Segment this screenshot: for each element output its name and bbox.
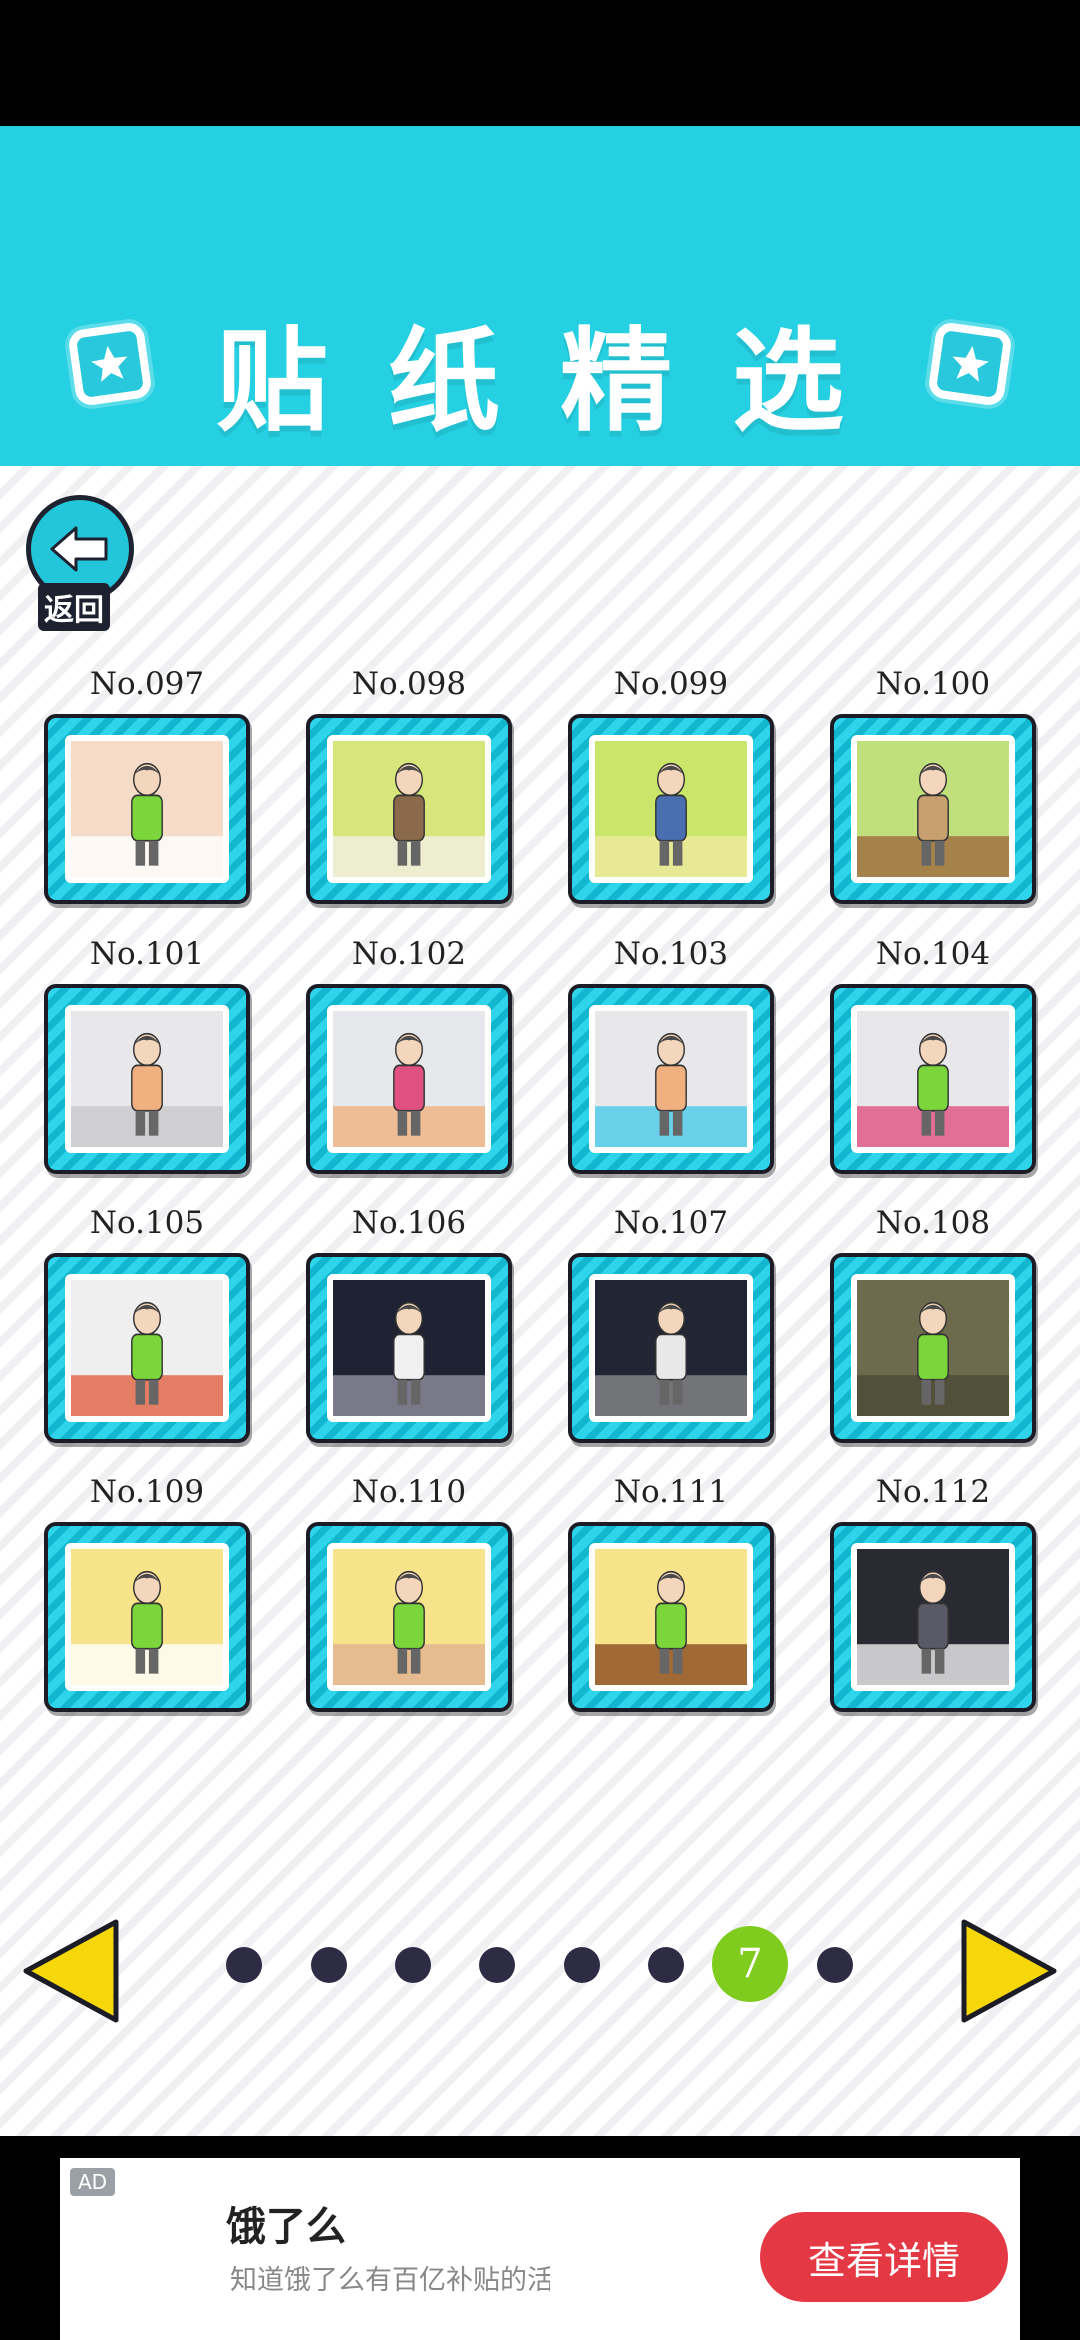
sticker-thumbnail bbox=[327, 735, 491, 883]
ad-card[interactable]: AD 饿了么 知道饿了么有百亿补贴的活动吗？瞧瞧 查看详情 bbox=[60, 2158, 1020, 2340]
ad-cta-button[interactable]: 查看详情 bbox=[760, 2212, 1008, 2302]
sticker-thumbnail bbox=[851, 1543, 1015, 1691]
sticker-number: No.110 bbox=[351, 1474, 467, 1510]
page-dot[interactable] bbox=[648, 1947, 684, 1983]
page-title: 贴纸精选 bbox=[216, 317, 904, 447]
sticker-number: No.097 bbox=[89, 666, 205, 702]
ad-title: 饿了么 bbox=[226, 2204, 346, 2250]
sticker-item[interactable]: No.101 bbox=[42, 936, 252, 1174]
sticker-item[interactable]: No.097 bbox=[42, 666, 252, 904]
sticker-thumbnail bbox=[589, 1543, 753, 1691]
sticker-frame[interactable] bbox=[568, 984, 774, 1174]
sticker-frame[interactable] bbox=[568, 714, 774, 904]
page-dot[interactable] bbox=[479, 1947, 515, 1983]
sticker-item[interactable]: No.108 bbox=[828, 1205, 1038, 1443]
sticker-item[interactable]: No.103 bbox=[566, 936, 776, 1174]
sticker-frame[interactable] bbox=[568, 1253, 774, 1443]
sticker-number: No.109 bbox=[89, 1474, 205, 1510]
sticker-thumbnail bbox=[589, 735, 753, 883]
ad-badge: AD bbox=[70, 2168, 116, 2196]
sticker-frame[interactable] bbox=[44, 714, 250, 904]
sticker-item[interactable]: No.100 bbox=[828, 666, 1038, 904]
sticker-number: No.108 bbox=[875, 1205, 991, 1241]
sticker-frame[interactable] bbox=[830, 714, 1036, 904]
sticker-thumbnail bbox=[327, 1005, 491, 1153]
sticker-number: No.099 bbox=[613, 666, 729, 702]
pager: 7 bbox=[0, 1900, 1080, 2030]
sticker-number: No.112 bbox=[875, 1474, 991, 1510]
sticker-frame[interactable] bbox=[44, 1522, 250, 1712]
back-label: 返回 bbox=[38, 583, 110, 631]
sticker-thumbnail bbox=[65, 735, 229, 883]
sticker-thumbnail bbox=[327, 1543, 491, 1691]
page-dot[interactable] bbox=[564, 1947, 600, 1983]
sticker-number: No.106 bbox=[351, 1205, 467, 1241]
sticker-item[interactable]: No.105 bbox=[42, 1205, 252, 1443]
star-card-icon bbox=[927, 321, 1013, 407]
sticker-item[interactable]: No.112 bbox=[828, 1474, 1038, 1712]
sticker-number: No.098 bbox=[351, 666, 467, 702]
sticker-frame[interactable] bbox=[306, 984, 512, 1174]
page-dot-active[interactable]: 7 bbox=[712, 1926, 788, 2002]
sticker-frame[interactable] bbox=[568, 1522, 774, 1712]
back-button[interactable]: 返回 bbox=[26, 495, 136, 631]
sticker-thumbnail bbox=[65, 1543, 229, 1691]
page-dot[interactable] bbox=[395, 1947, 431, 1983]
sticker-frame[interactable] bbox=[830, 984, 1036, 1174]
page-dot[interactable] bbox=[817, 1947, 853, 1983]
sticker-thumbnail bbox=[65, 1274, 229, 1422]
sticker-number: No.102 bbox=[351, 936, 467, 972]
sticker-thumbnail bbox=[851, 1274, 1015, 1422]
right-arrow-icon[interactable] bbox=[960, 1916, 1060, 2026]
sticker-number: No.105 bbox=[89, 1205, 205, 1241]
sticker-frame[interactable] bbox=[306, 1253, 512, 1443]
sticker-number: No.100 bbox=[875, 666, 991, 702]
sticker-item[interactable]: No.102 bbox=[304, 936, 514, 1174]
sticker-item[interactable]: No.107 bbox=[566, 1205, 776, 1443]
sticker-thumbnail bbox=[589, 1274, 753, 1422]
sticker-thumbnail bbox=[851, 1005, 1015, 1153]
sticker-item[interactable]: No.106 bbox=[304, 1205, 514, 1443]
sticker-item[interactable]: No.111 bbox=[566, 1474, 776, 1712]
sticker-item[interactable]: No.109 bbox=[42, 1474, 252, 1712]
sticker-number: No.107 bbox=[613, 1205, 729, 1241]
header: 贴纸精选 bbox=[0, 126, 1080, 466]
sticker-item[interactable]: No.110 bbox=[304, 1474, 514, 1712]
left-arrow-icon[interactable] bbox=[20, 1916, 120, 2026]
sticker-frame[interactable] bbox=[830, 1253, 1036, 1443]
sticker-thumbnail bbox=[327, 1274, 491, 1422]
sticker-item[interactable]: No.099 bbox=[566, 666, 776, 904]
sticker-number: No.104 bbox=[875, 936, 991, 972]
sticker-number: No.103 bbox=[613, 936, 729, 972]
sticker-number: No.111 bbox=[613, 1474, 729, 1510]
status-bar bbox=[0, 0, 1080, 126]
page-dot[interactable] bbox=[226, 1947, 262, 1983]
page-dot[interactable] bbox=[311, 1947, 347, 1983]
sticker-frame[interactable] bbox=[306, 1522, 512, 1712]
sticker-thumbnail bbox=[851, 735, 1015, 883]
sticker-number: No.101 bbox=[89, 936, 205, 972]
sticker-frame[interactable] bbox=[44, 1253, 250, 1443]
sticker-frame[interactable] bbox=[830, 1522, 1036, 1712]
sticker-item[interactable]: No.104 bbox=[828, 936, 1038, 1174]
sticker-frame[interactable] bbox=[44, 984, 250, 1174]
sticker-item[interactable]: No.098 bbox=[304, 666, 514, 904]
sticker-frame[interactable] bbox=[306, 714, 512, 904]
ad-banner: AD 饿了么 知道饿了么有百亿补贴的活动吗？瞧瞧 查看详情 bbox=[0, 2136, 1080, 2340]
sticker-thumbnail bbox=[589, 1005, 753, 1153]
sticker-thumbnail bbox=[65, 1005, 229, 1153]
ad-description: 知道饿了么有百亿补贴的活动吗？瞧瞧 bbox=[230, 2265, 550, 2296]
